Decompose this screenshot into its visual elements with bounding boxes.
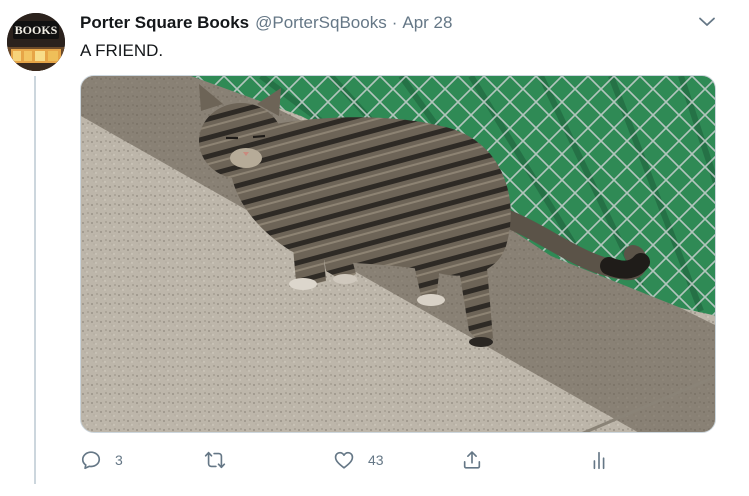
tweet-photo[interactable] [80,75,716,433]
retweet-button[interactable] [204,447,239,473]
like-button[interactable]: 43 [333,447,384,473]
reply-button[interactable]: 3 [80,447,123,473]
tweet-text: A FRIEND. [80,41,164,60]
bookstore-logo-icon: BOOKS [7,13,65,71]
retweet-icon [204,451,226,469]
analytics-button[interactable] [588,447,610,473]
share-button[interactable] [461,447,483,473]
heart-icon [334,451,354,469]
reply-icon [81,451,101,470]
tweet-header: Porter Square Books @PorterSqBooks · Apr… [80,12,452,34]
avatar[interactable]: BOOKS [7,13,65,71]
cat-photo-illustration [81,76,715,432]
chevron-down-icon[interactable] [697,12,717,32]
tweet-date[interactable]: Apr 28 [402,12,452,34]
tweet-card[interactable]: BOOKS Porter Square Books @PorterSqBooks… [0,0,749,496]
like-count: 43 [368,452,384,468]
reply-count: 3 [115,452,123,468]
display-name[interactable]: Porter Square Books [80,12,249,34]
thread-line [34,76,36,484]
user-handle[interactable]: @PorterSqBooks [255,12,387,34]
svg-text:BOOKS: BOOKS [15,23,58,37]
tweet-actions: 3 43 [80,447,640,473]
share-icon [463,451,481,469]
analytics-icon [593,451,605,470]
separator-dot: · [391,13,398,32]
